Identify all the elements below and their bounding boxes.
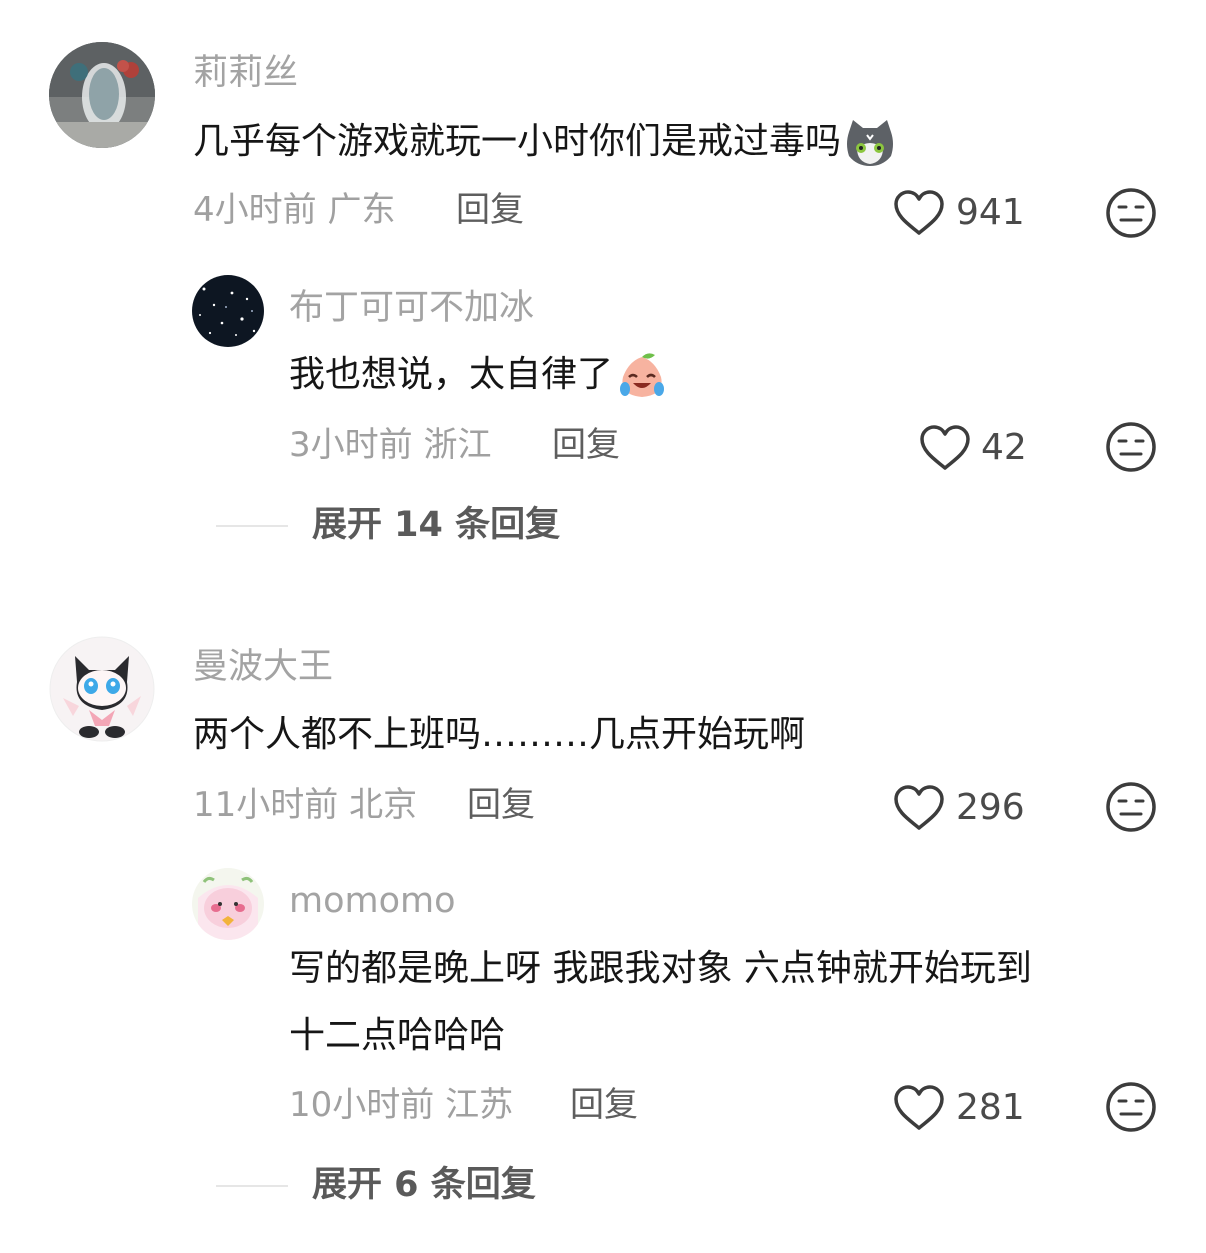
reply-location: 江苏 bbox=[445, 1085, 514, 1125]
reply-content: 我也想说，太自律了 bbox=[289, 351, 669, 401]
reply-text: 我也想说，太自律了 bbox=[289, 354, 614, 395]
comment-time: 4小时前 bbox=[193, 190, 317, 230]
like-count: 42 bbox=[981, 427, 1027, 468]
comment-username[interactable]: 曼波大王 bbox=[193, 645, 333, 689]
dislike-face-icon[interactable] bbox=[1105, 1081, 1157, 1133]
expand-replies-button[interactable]: 展开 6 条回复 bbox=[312, 1163, 536, 1207]
avatar[interactable] bbox=[49, 42, 155, 148]
like-button[interactable]: 42 bbox=[919, 423, 1034, 473]
reply-button[interactable]: 回复 bbox=[552, 423, 620, 467]
expand-divider bbox=[216, 525, 288, 527]
avatar-image bbox=[49, 42, 155, 148]
avatar-image bbox=[192, 275, 264, 347]
like-count: 281 bbox=[956, 1087, 1025, 1128]
comment-content: 几乎每个游戏就玩一小时你们是戒过毒吗 bbox=[193, 118, 897, 168]
comment-location: 广东 bbox=[327, 190, 396, 230]
dislike-face-icon[interactable] bbox=[1105, 421, 1157, 473]
avatar-image bbox=[49, 636, 155, 742]
dislike-face-icon[interactable] bbox=[1105, 187, 1157, 239]
comment-meta: 4小时前 广东 bbox=[193, 188, 395, 232]
avatar[interactable] bbox=[49, 636, 155, 742]
reply-time: 10小时前 bbox=[289, 1085, 435, 1125]
like-count: 941 bbox=[956, 192, 1025, 233]
expand-divider bbox=[216, 1185, 288, 1187]
dislike-face-icon[interactable] bbox=[1105, 781, 1157, 833]
reply-button[interactable]: 回复 bbox=[467, 783, 535, 827]
comment-content: 两个人都不上班吗………几点开始玩啊 bbox=[193, 714, 806, 755]
reply-time: 3小时前 bbox=[289, 425, 413, 465]
heart-icon bbox=[894, 190, 944, 235]
reply-username[interactable]: 布丁可可不加冰 bbox=[289, 286, 534, 330]
heart-icon bbox=[894, 785, 944, 830]
like-button[interactable]: 281 bbox=[893, 1083, 1033, 1133]
avatar-image bbox=[192, 868, 264, 940]
like-button[interactable]: 296 bbox=[893, 783, 1033, 833]
like-button[interactable]: 941 bbox=[893, 188, 1033, 238]
heart-icon bbox=[920, 425, 970, 470]
reply-content-line-2: 十二点哈哈哈 bbox=[289, 1015, 506, 1056]
comment-text: 几乎每个游戏就玩一小时你们是戒过毒吗 bbox=[193, 121, 842, 162]
cat-face-emoji-icon bbox=[847, 120, 894, 166]
reply-content-line-1: 写的都是晚上呀 我跟我对象 六点钟就开始玩到 bbox=[289, 948, 1032, 989]
avatar[interactable] bbox=[192, 868, 264, 940]
comment-time: 11小时前 bbox=[193, 785, 339, 825]
reply-meta: 10小时前 江苏 bbox=[289, 1083, 513, 1127]
avatar[interactable] bbox=[192, 275, 264, 347]
expand-replies-button[interactable]: 展开 14 条回复 bbox=[312, 503, 560, 547]
comment-username[interactable]: 莉莉丝 bbox=[193, 51, 298, 95]
like-count: 296 bbox=[956, 787, 1025, 828]
heart-icon bbox=[894, 1085, 944, 1130]
reply-meta: 3小时前 浙江 bbox=[289, 423, 491, 467]
reply-button[interactable]: 回复 bbox=[456, 188, 524, 232]
reply-username[interactable]: momomo bbox=[289, 879, 456, 923]
comment-meta: 11小时前 北京 bbox=[193, 783, 417, 827]
reply-location: 浙江 bbox=[423, 425, 492, 465]
comment-location: 北京 bbox=[349, 785, 418, 825]
crying-laughing-peach-emoji-icon bbox=[620, 353, 665, 397]
reply-button[interactable]: 回复 bbox=[570, 1083, 638, 1127]
